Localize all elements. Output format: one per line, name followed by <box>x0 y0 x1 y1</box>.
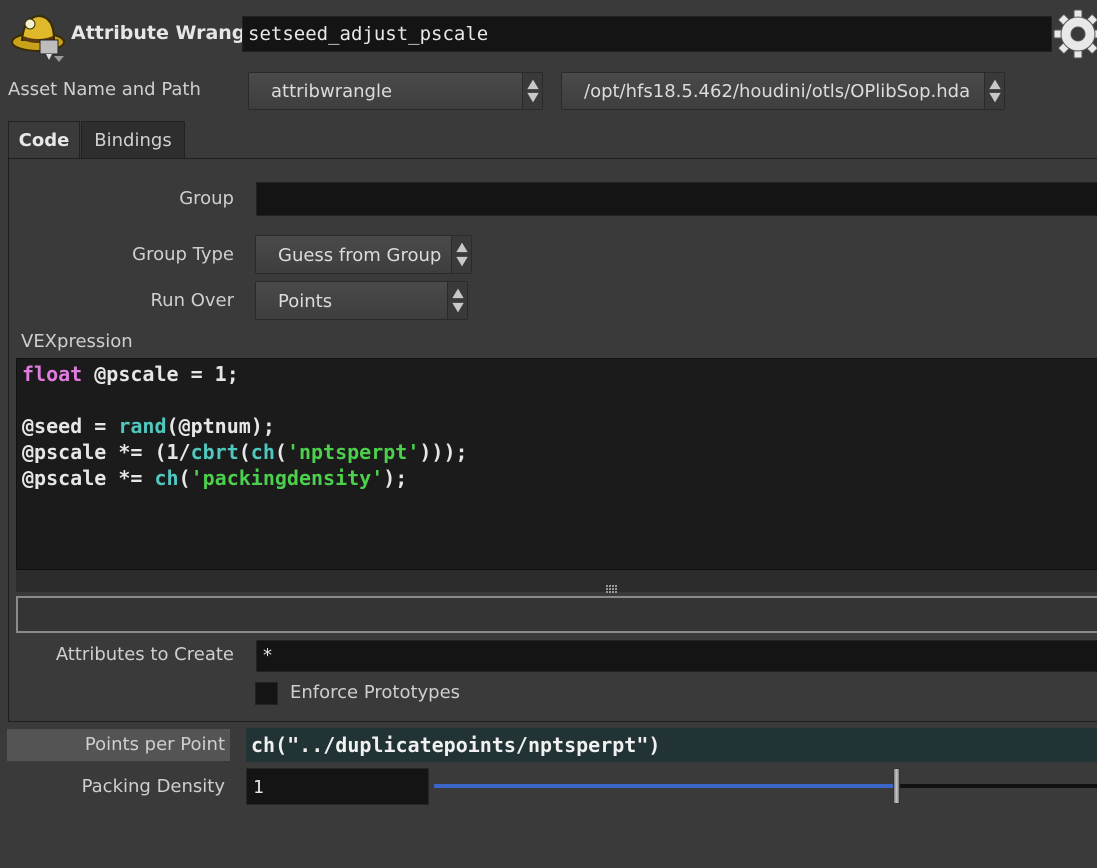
spinner-arrows-icon[interactable] <box>522 73 542 109</box>
vex-code-editor[interactable]: float @pscale = 1; @seed = rand(@ptnum); @… <box>16 358 1097 570</box>
code-token: ch <box>250 440 275 464</box>
asset-name-dropdown[interactable]: attribwrangle <box>248 72 543 110</box>
code-line: @seed = rand(@ptnum); <box>22 413 1097 439</box>
code-line: @pscale *= ch('packingdensity'); <box>22 465 1097 491</box>
packing-density-field[interactable]: 1 <box>246 768 429 805</box>
compile-message-box <box>16 596 1097 633</box>
code-token: @pscale = 1; <box>82 362 239 386</box>
resize-grip-icon[interactable] <box>606 578 618 593</box>
spinner-arrows-icon[interactable] <box>984 73 1004 109</box>
asset-path-value: /opt/hfs18.5.462/houdini/otls/OPlibSop.h… <box>584 81 971 102</box>
points-per-point-expression-field[interactable]: ch("../duplicatepoints/nptsperpt") <box>246 728 1097 762</box>
code-token: ( <box>274 440 287 464</box>
code-token: ); <box>383 466 408 490</box>
asset-name-value: attribwrangle <box>271 81 393 102</box>
packing-density-slider-handle[interactable] <box>893 768 900 804</box>
attributes-to-create-label: Attributes to Create <box>55 644 234 665</box>
tab-code[interactable]: Code <box>8 121 80 158</box>
code-token: ch <box>154 466 179 490</box>
code-line: float @pscale = 1; <box>22 361 1097 387</box>
group-type-label: Group Type <box>132 244 234 265</box>
code-token: rand <box>118 414 167 438</box>
node-type-label: Attribute Wrangle <box>71 22 265 44</box>
wrangle-cowboy-hat-icon[interactable] <box>10 4 70 64</box>
editor-resize-bar[interactable] <box>16 570 1097 592</box>
run-over-dropdown[interactable]: Points <box>255 281 468 320</box>
packing-density-slider-fill <box>434 784 896 788</box>
code-token: cbrt <box>190 440 239 464</box>
attributes-to-create-field[interactable]: * <box>256 640 1097 672</box>
code-token: 'nptsperpt' <box>286 440 420 464</box>
node-name-field[interactable]: setseed_adjust_pscale <box>242 16 1052 52</box>
code-token: 'packingdensity' <box>190 466 384 490</box>
enforce-prototypes-checkbox[interactable] <box>255 682 278 705</box>
spinner-arrows-icon[interactable] <box>451 236 471 273</box>
group-label: Group <box>179 188 234 209</box>
packing-density-label: Packing Density <box>81 776 225 797</box>
gear-icon[interactable] <box>1052 4 1097 60</box>
code-token: ))); <box>419 440 468 464</box>
points-per-point-label: Points per Point <box>84 734 225 755</box>
asset-path-dropdown[interactable]: /opt/hfs18.5.462/houdini/otls/OPlibSop.h… <box>561 72 1005 110</box>
vexpression-label: VEXpression <box>21 331 133 352</box>
group-type-value: Guess from Group <box>278 245 442 266</box>
group-type-dropdown[interactable]: Guess from Group <box>255 235 472 274</box>
asset-name-path-label: Asset Name and Path <box>8 79 201 100</box>
enforce-prototypes-label: Enforce Prototypes <box>290 682 461 703</box>
code-token: @seed = <box>22 414 119 438</box>
code-token: @pscale *= <box>22 466 155 490</box>
group-field[interactable] <box>256 182 1097 216</box>
code-token: (@ptnum); <box>166 414 275 438</box>
code-token: float <box>22 362 83 386</box>
code-token: ( <box>238 440 251 464</box>
run-over-label: Run Over <box>150 290 234 311</box>
code-line: @pscale *= (1/cbrt(ch('nptsperpt'))); <box>22 439 1097 465</box>
spinner-arrows-icon[interactable] <box>447 282 467 319</box>
tab-bindings[interactable]: Bindings <box>81 121 185 158</box>
run-over-value: Points <box>278 291 333 312</box>
code-token: @pscale *= (1/ <box>22 440 191 464</box>
code-token: ( <box>178 466 191 490</box>
